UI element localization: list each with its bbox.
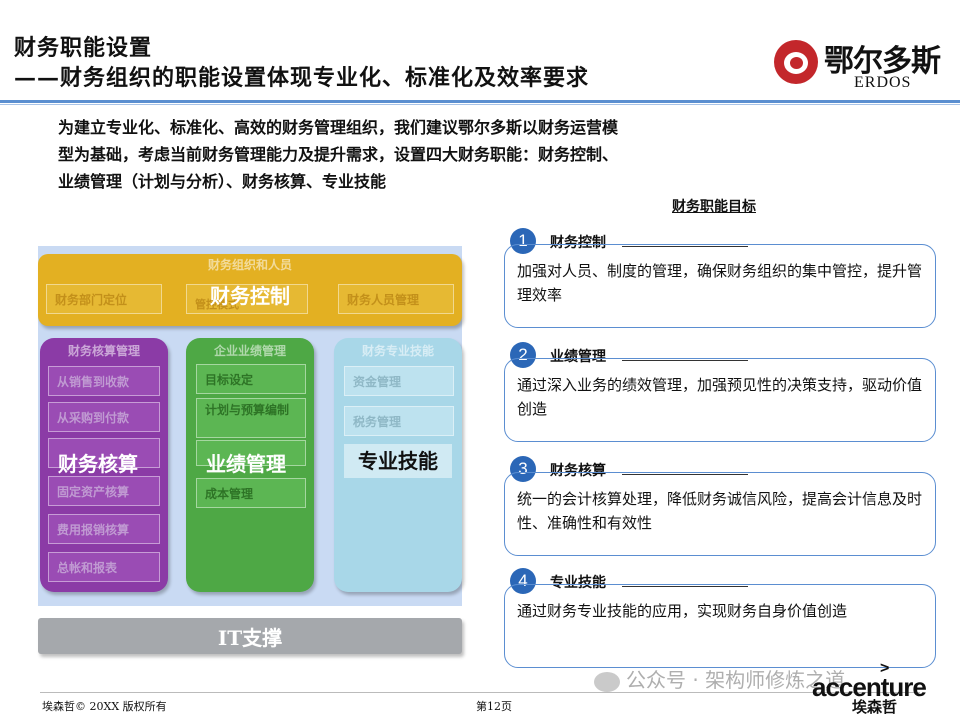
ac-item-fixed-assets: 固定资产核算 [48,476,160,506]
professional-pillar: 财务专业技能 资金管理 税务管理 专业技能 [334,338,462,592]
footer-page-number: 第12页 [476,700,512,713]
intro-line: 业绩管理（计划与分析）、财务核算、专业技能 [58,172,387,191]
accounting-label: 财务核算 [58,452,138,476]
ps-item-treasury: 资金管理 [344,366,454,396]
goal-box-4: 通过财务专业技能的应用，实现财务自身价值创造 [504,584,936,668]
erdos-logo: 鄂尔多斯 ERDOS [774,36,944,96]
page-title: 财务职能设置 [14,35,153,61]
goal-text: 加强对人员、制度的管理，确保财务组织的集中管控，提升管理效率 [517,262,923,304]
intro-line: 为建立专业化、标准化、高效的财务管理组织，我们建议鄂尔多斯以财务运营模 [58,118,619,137]
intro-paragraph: 为建立专业化、标准化、高效的财务管理组织，我们建议鄂尔多斯以财务运营模 型为基础… [58,114,818,195]
finance-control-block: 财务组织和人员 财务部门定位 管控模式 财务人员管理 财务控制 [38,254,462,326]
header-divider-thin [0,104,960,105]
performance-faint-title: 企业业绩管理 [213,344,286,358]
header-divider [0,100,960,103]
accenture-logo-cn: 埃森哲 [852,698,898,716]
footer-copyright: 埃森哲© 20XX 版权所有 [42,700,167,713]
goal-text: 通过财务专业技能的应用，实现财务自身价值创造 [517,602,848,620]
erdos-logo-mark-icon [774,40,818,84]
ac-item-expense-reimbursement: 费用报销核算 [48,514,160,544]
accounting-faint-title: 财务核算管理 [67,344,140,358]
ac-item-general-ledger: 总帐和报表 [48,552,160,582]
goals-heading: 财务职能目标 [672,199,756,215]
watermark-text: 公众号 · 架构师修炼之道 [594,664,845,693]
it-support-bar: IT支撑 [38,618,462,654]
goal-box-2: 通过深入业务的绩效管理，加强预见性的决策支持，驱动价值创造 [504,358,936,442]
goal-box-1: 加强对人员、制度的管理，确保财务组织的集中管控，提升管理效率 [504,244,936,328]
pm-item-cost-management: 成本管理 [196,478,306,508]
performance-pillar: 企业业绩管理 目标设定 计划与预算编制 成本管理 业绩管理 [186,338,314,592]
accounting-pillar: 财务核算管理 从销售到收款 从采购到付款 固定资产核算 费用报销核算 总帐和报表… [40,338,168,592]
professional-faint-title: 财务专业技能 [361,344,434,358]
intro-line: 型为基础，考虑当前财务管理能力及提升需求，设置四大财务职能：财务控制、 [58,145,619,164]
goal-text: 统一的会计核算处理，降低财务诚信风险，提高会计信息及时性、准确性和有效性 [517,490,923,532]
it-support-label: IT支撑 [217,626,283,650]
logo-mark-dot [790,57,803,69]
ps-item-tax: 税务管理 [344,406,454,436]
ac-item-sales-to-receipt: 从销售到收款 [48,366,160,396]
pm-item-goal-setting: 目标设定 [196,364,306,394]
page-subtitle: ——财务组织的职能设置体现专业化、标准化及效率要求 [14,65,590,91]
ac-item-purchase-to-pay: 从采购到付款 [48,402,160,432]
pm-item-planning-budgeting: 计划与预算编制 [196,398,306,438]
finance-control-faint-title: 财务组织和人员 [207,258,292,272]
professional-label: 专业技能 [344,444,452,478]
wechat-icon [594,671,620,692]
finance-function-diagram: 财务组织和人员 财务部门定位 管控模式 财务人员管理 财务控制 财务核算管理 从… [38,246,462,606]
logo-english-text: ERDOS [854,74,912,91]
finance-control-label: 财务控制 [210,284,290,308]
performance-label: 业绩管理 [206,452,286,476]
goal-box-3: 统一的会计核算处理，降低财务诚信风险，提高会计信息及时性、准确性和有效性 [504,472,936,556]
goal-text: 通过深入业务的绩效管理，加强预见性的决策支持，驱动价值创造 [517,376,923,418]
